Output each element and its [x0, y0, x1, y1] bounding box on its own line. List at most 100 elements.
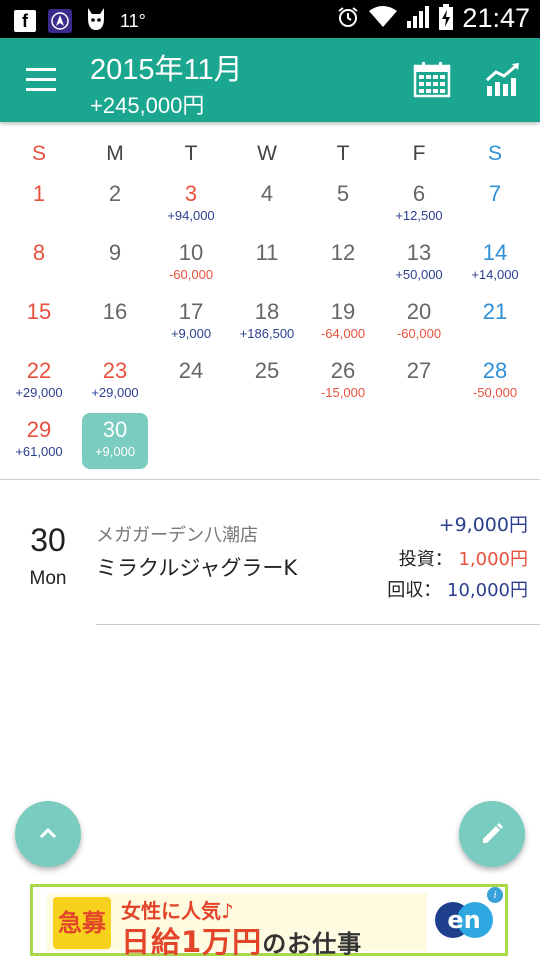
wifi-icon [368, 5, 398, 33]
calendar-day[interactable]: 26 -15,000 [305, 353, 381, 412]
calendar-day[interactable]: 16 [77, 294, 153, 353]
ad-info-icon[interactable]: i [487, 887, 503, 903]
calendar-day[interactable]: 7 [457, 176, 533, 235]
calendar-day[interactable]: 18 +186,500 [229, 294, 305, 353]
menu-icon[interactable] [26, 68, 56, 92]
day-number: 2 [108, 181, 122, 206]
calendar-day[interactable]: 4 [229, 176, 305, 235]
calendar-day[interactable]: 8 [1, 235, 77, 294]
ad-line2-main: 日給1万円 [121, 925, 263, 959]
divider [0, 479, 540, 480]
calendar-day[interactable]: 24 [153, 353, 229, 412]
calendar-day[interactable]: 21 [457, 294, 533, 353]
day-number: 28 [482, 358, 508, 383]
day-number: 1 [32, 181, 46, 206]
day-amount: -50,000 [472, 385, 518, 400]
entry-weekday: Mon [29, 568, 67, 589]
calendar-day[interactable]: 2 [77, 176, 153, 235]
ad-banner[interactable]: 急募 女性に人気♪ 日給1万円のお仕事 en i [30, 884, 508, 959]
alarm-icon [336, 5, 360, 33]
calendar-day[interactable]: 30 +9,000 [77, 412, 153, 471]
calendar-week: 15 16 17 +9,000 18 +186,500 19 -64,000 20 -60,000… [1, 294, 534, 353]
calendar-day[interactable]: 19 -64,000 [305, 294, 381, 353]
calendar-day[interactable]: 25 [229, 353, 305, 412]
weekday-friday: F [412, 142, 426, 165]
day-number: 20 [406, 299, 432, 324]
navigation-notification-icon [48, 9, 72, 33]
day-number: 15 [26, 299, 52, 324]
return-label: 回収： [387, 580, 442, 601]
day-number: 19 [330, 299, 356, 324]
day-number: 16 [102, 299, 128, 324]
calendar-day[interactable]: 5 [305, 176, 381, 235]
facebook-notification-icon: f [14, 10, 36, 32]
clock-text: 21:47 [462, 3, 530, 33]
day-number: 5 [336, 181, 350, 206]
calendar-day[interactable]: 3 +94,000 [153, 176, 229, 235]
ad-logo-text: en [447, 906, 480, 934]
month-total: +245,000円 [90, 93, 205, 118]
calendar-week: 29 +61,000 30 +9,000 [1, 412, 534, 471]
signal-icon [406, 5, 430, 33]
day-amount: -15,000 [320, 385, 366, 400]
day-amount: +186,500 [239, 326, 295, 341]
calendar-day[interactable]: 23 +29,000 [77, 353, 153, 412]
day-number: 23 [102, 358, 128, 383]
calendar-day[interactable]: 15 [1, 294, 77, 353]
day-number: 11 [255, 240, 279, 265]
calendar-day[interactable]: 13 +50,000 [381, 235, 457, 294]
return-value: 10,000円 [447, 580, 528, 601]
ad-line2: 日給1万円のお仕事 [121, 919, 362, 961]
day-number: 13 [406, 240, 432, 265]
calendar-day[interactable]: 17 +9,000 [153, 294, 229, 353]
day-number: 22 [26, 358, 52, 383]
ad-logo: en [433, 897, 495, 943]
calendar-icon[interactable] [412, 60, 452, 100]
weekday-monday: M [106, 142, 124, 165]
calendar-day[interactable]: 12 [305, 235, 381, 294]
calendar-day[interactable]: 29 +61,000 [1, 412, 77, 471]
day-number: 7 [488, 181, 502, 206]
day-number: 14 [482, 240, 508, 265]
day-amount: +29,000 [91, 385, 139, 400]
entry-profit: +9,000円 [438, 514, 528, 536]
entry-return-row: 回収： 10,000円 [387, 576, 528, 602]
stats-chart-icon[interactable] [484, 60, 524, 100]
day-number: 3 [184, 181, 198, 206]
day-amount: -60,000 [396, 326, 442, 341]
day-number: 24 [178, 358, 204, 383]
invest-value: 1,000円 [458, 549, 528, 570]
day-amount: +12,500 [395, 208, 443, 223]
calendar-day[interactable]: 1 [1, 176, 77, 235]
calendar-day[interactable]: 28 -50,000 [457, 353, 533, 412]
calendar-week: 22 +29,000 23 +29,000 24 25 26 -15,000 27 28 -50,0… [1, 353, 534, 412]
day-number: 4 [260, 181, 274, 206]
temperature-text: 11° [120, 10, 146, 31]
weekday-tuesday: T [184, 142, 198, 165]
calendar-day[interactable]: 22 +29,000 [1, 353, 77, 412]
battery-charging-icon [438, 3, 454, 34]
day-amount: -60,000 [168, 267, 214, 282]
day-number: 30 [102, 417, 128, 442]
day-number: 12 [330, 240, 356, 265]
chevron-up-icon [39, 827, 57, 839]
calendar-day[interactable]: 11 [229, 235, 305, 294]
scroll-up-button[interactable] [15, 801, 81, 867]
weekday-header: S M T W T F S [0, 142, 540, 172]
calendar-day[interactable]: 9 [77, 235, 153, 294]
calendar-week: 1 2 3 +94,000 4 5 6 +12,500 7 [1, 176, 534, 235]
day-number: 21 [482, 299, 508, 324]
pencil-icon [483, 823, 503, 843]
ad-badge: 急募 [53, 897, 111, 949]
calendar-day[interactable]: 14 +14,000 [457, 235, 533, 294]
edit-button[interactable] [459, 801, 525, 867]
day-amount: +14,000 [471, 267, 519, 282]
calendar-day[interactable]: 6 +12,500 [381, 176, 457, 235]
calendar-day[interactable]: 10 -60,000 [153, 235, 229, 294]
weekday-wednesday: W [257, 142, 277, 165]
entry-store-name: メガガーデン八潮店 [96, 525, 258, 546]
calendar-day[interactable]: 27 [381, 353, 457, 412]
calendar-day[interactable]: 20 -60,000 [381, 294, 457, 353]
day-amount: +50,000 [395, 267, 443, 282]
weekday-saturday: S [487, 142, 502, 165]
